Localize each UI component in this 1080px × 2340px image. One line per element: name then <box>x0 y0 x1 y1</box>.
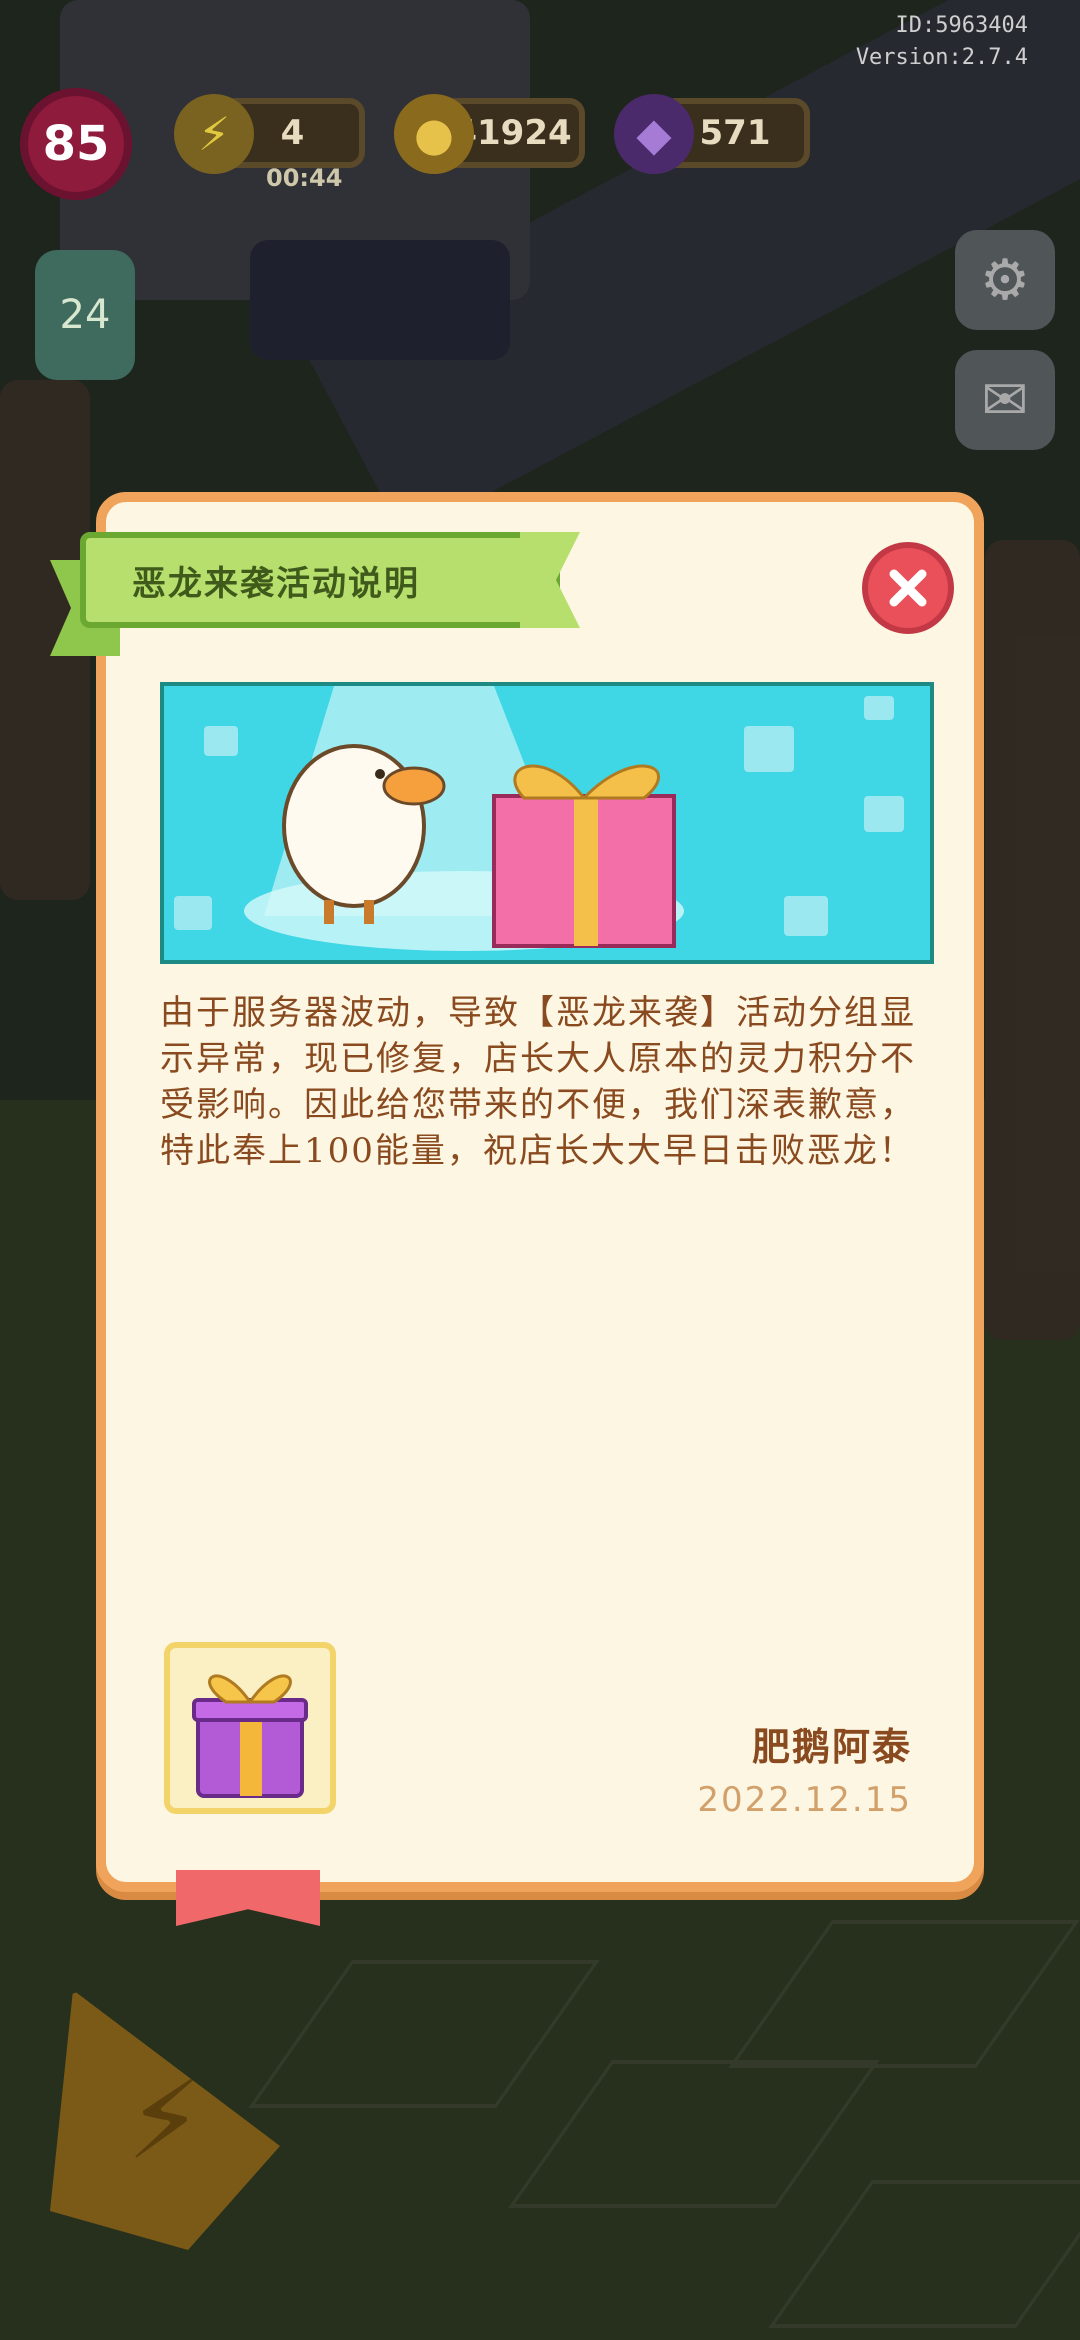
level-number: 85 <box>42 116 110 172</box>
gem-value: 571 <box>699 113 771 153</box>
settings-button[interactable]: ⚙ <box>955 230 1055 330</box>
gear-icon: ⚙ <box>979 247 1031 313</box>
reward-slot[interactable] <box>164 1642 336 1814</box>
version-label: Version:2.7.4 <box>855 45 1028 70</box>
energy-value: 4 <box>280 113 305 153</box>
signature-name: 肥鹅阿泰 <box>751 1724 912 1769</box>
energy-timer: 00:44 <box>266 164 343 192</box>
gift-box-icon <box>192 1674 308 1798</box>
energy-counter[interactable]: ⚡ 4 00:44 <box>174 94 365 192</box>
dialog-title: 恶龙来袭活动说明 <box>132 563 420 604</box>
close-button[interactable] <box>862 542 954 634</box>
coin-icon: ● <box>394 94 474 174</box>
lightning-icon: ⚡ <box>174 94 254 174</box>
dialog-body-text: 由于服务器波动，导致【恶龙来袭】活动分组显示异常，现已修复，店长大人原本的灵力积… <box>160 993 916 1171</box>
close-icon <box>889 569 927 607</box>
title-ribbon: 恶龙来袭活动说明 <box>50 532 600 656</box>
event-banner-image <box>160 682 934 964</box>
player-id: ID:5963404 <box>895 13 1028 38</box>
signature-date: 2022.12.15 <box>697 1780 912 1820</box>
mail-icon: ✉ <box>981 367 1029 433</box>
gem-counter[interactable]: ◆ 571 <box>614 94 810 174</box>
event-info-dialog: 恶龙来袭活动说明 由于服务器波动，导致【恶龙来袭】活动分组显示异常，现已修复，店… <box>50 492 984 1892</box>
quest-count: 24 <box>59 292 111 338</box>
player-level-badge[interactable]: 85 <box>20 88 132 200</box>
coin-counter[interactable]: ● 41924 <box>394 94 585 174</box>
build-info: ID:5963404 Version:2.7.4 <box>856 10 1028 74</box>
quest-button[interactable]: 24 <box>35 250 135 380</box>
mail-button[interactable]: ✉ <box>955 350 1055 450</box>
gem-icon: ◆ <box>614 94 694 174</box>
